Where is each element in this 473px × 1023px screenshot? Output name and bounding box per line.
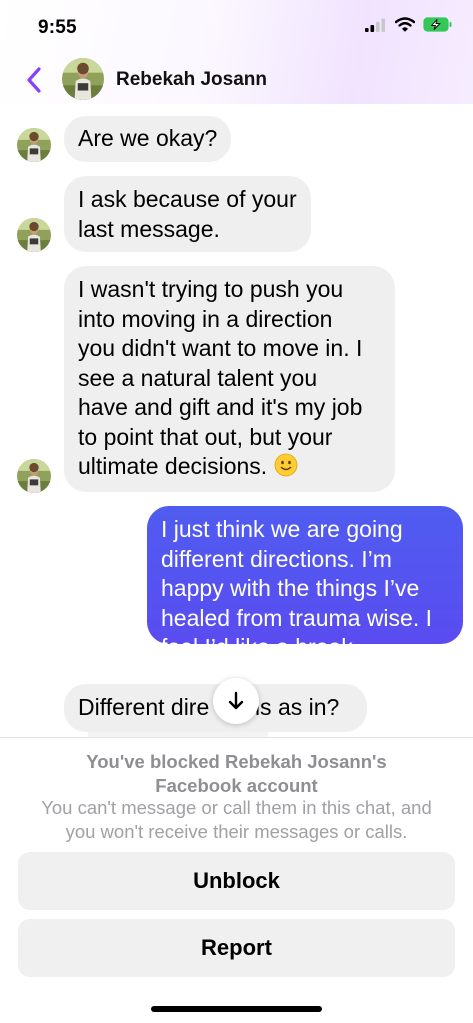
message-text-line: I wasn't trying to push you: [78, 276, 344, 302]
status-icons: [365, 17, 453, 32]
incoming-message-bubble[interactable]: Are we okay?: [64, 116, 232, 162]
message-text-line: last message.: [78, 215, 220, 242]
blocked-notice-panel: You've blocked Rebekah Josann's Facebook…: [0, 737, 473, 1023]
arrow-down-icon: [228, 691, 244, 710]
message-text-left: Different dire: [78, 694, 210, 720]
sender-avatar[interactable]: [17, 128, 51, 162]
blocked-title-line: Facebook account: [155, 775, 318, 796]
contact-name[interactable]: Rebekah Josann: [116, 69, 267, 91]
report-button[interactable]: Report: [18, 919, 455, 977]
battery-charging-icon: [423, 17, 452, 32]
blocked-title-line: You've blocked Rebekah Josann's: [86, 751, 387, 772]
status-bar: 9:55: [0, 0, 473, 56]
message-text-line: happy with the things I’ve: [161, 575, 420, 601]
home-indicator[interactable]: [151, 1006, 322, 1012]
blocked-description-line: you won't receive their messages or call…: [65, 821, 408, 842]
blocked-title: You've blocked Rebekah Josann's Facebook…: [0, 750, 473, 798]
message-text-right: ns as in?: [247, 694, 340, 720]
message-text: Are we okay?: [78, 125, 218, 151]
message-text: ultimate decisions.: [78, 453, 268, 479]
message-text-line: to point that out, but your: [78, 423, 333, 450]
message-text-line: into moving in a direction: [78, 305, 333, 332]
chevron-left-icon: [27, 67, 41, 93]
status-time: 9:55: [38, 17, 77, 38]
message-text-line: I just think we are going: [161, 516, 403, 542]
slightly-smiling-face-icon: [274, 453, 297, 477]
incoming-message-bubble[interactable]: I wasn't trying to push you into moving …: [64, 266, 395, 492]
unblock-button[interactable]: Unblock: [18, 852, 455, 910]
cellular-signal-icon: [365, 18, 386, 32]
message-text-line: feel I’d like a break.: [161, 634, 360, 660]
message-text-line: different directions. I’m: [161, 545, 392, 572]
blocked-description: You can't message or call them in this c…: [0, 796, 473, 844]
incoming-message-bubble[interactable]: I ask because of your last message.: [64, 176, 311, 252]
sender-avatar[interactable]: [17, 218, 51, 252]
back-button[interactable]: [18, 64, 50, 96]
message-text-line: you didn't want to move in. I: [78, 335, 363, 361]
message-text-line: have and gift and it's my job: [78, 394, 363, 420]
contact-avatar[interactable]: [62, 58, 104, 100]
message-text-line: I ask because of your: [78, 186, 297, 212]
wifi-icon: [395, 17, 415, 32]
blocked-description-line: You can't message or call them in this c…: [41, 797, 432, 818]
sender-avatar[interactable]: [17, 459, 51, 493]
scroll-to-bottom-button[interactable]: [213, 678, 259, 724]
message-text-line: ultimate decisions.: [78, 452, 381, 482]
message-text-line: see a natural talent you: [78, 364, 318, 391]
outgoing-message-bubble[interactable]: I just think we are going different dire…: [147, 506, 463, 660]
message-text-line: healed from trauma wise. I: [161, 604, 433, 631]
